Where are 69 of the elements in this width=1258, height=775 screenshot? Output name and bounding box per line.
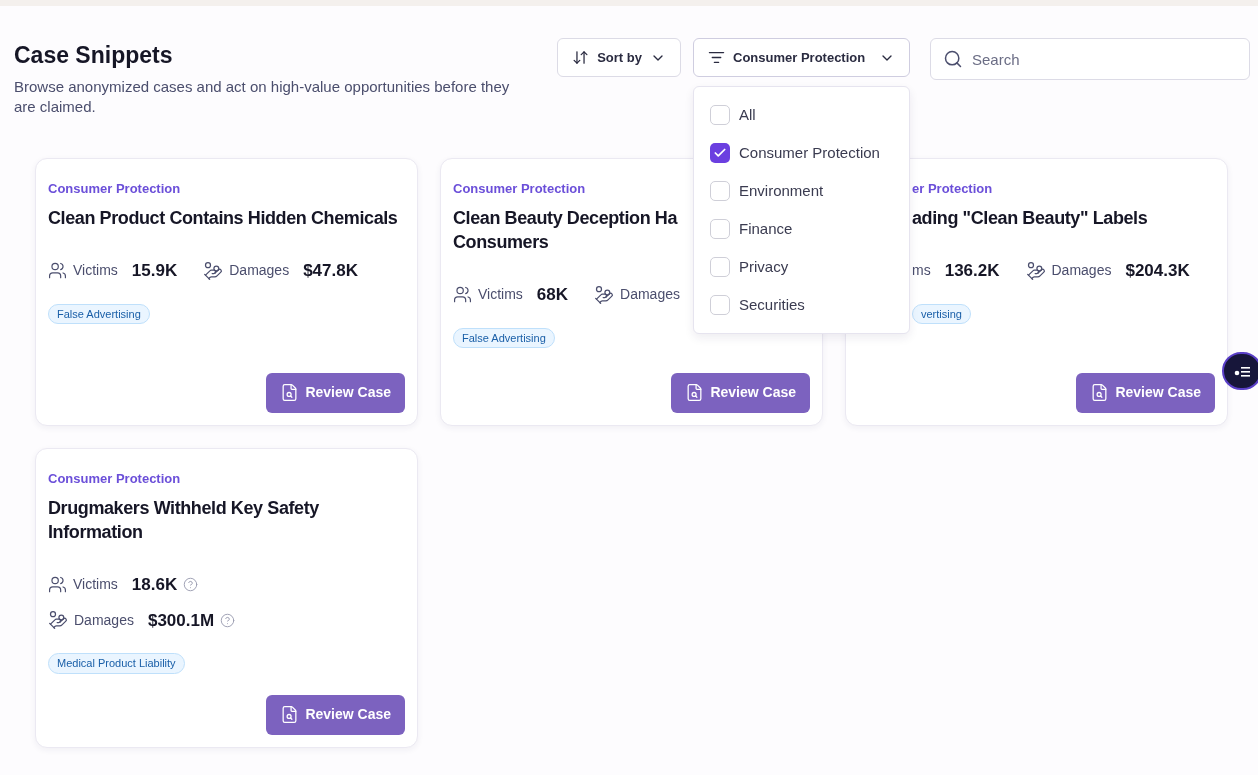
- filter-option[interactable]: Securities: [694, 286, 909, 324]
- damages-label: Damages: [620, 285, 680, 305]
- case-title: Drugmakers Withheld Key Safety Information: [48, 497, 320, 544]
- check-icon: [713, 146, 727, 160]
- victims-value: 18.6K: [131, 574, 178, 596]
- hand-coins-icon: [1025, 260, 1046, 281]
- hand-coins-icon: [594, 284, 615, 305]
- damages-label: Damages: [1051, 261, 1112, 281]
- victims-value: 68K: [536, 284, 569, 306]
- people-icon: [48, 261, 67, 281]
- hand-coins-icon: [203, 260, 224, 281]
- damages-label: Damages: [229, 261, 290, 281]
- victims-label: Victims: [73, 261, 118, 281]
- help-icon[interactable]: [183, 577, 199, 593]
- review-case-button[interactable]: Review Case: [1076, 372, 1215, 413]
- help-icon[interactable]: [220, 612, 236, 628]
- victims-label: Victims: [73, 575, 118, 595]
- menu-icon: [1234, 365, 1250, 377]
- case-title: Clean Beauty Deception Ha Consumers: [453, 207, 678, 254]
- damages-value: $47.8K: [303, 260, 358, 282]
- people-icon: [48, 575, 67, 595]
- checkbox[interactable]: [710, 295, 730, 315]
- floating-menu-button[interactable]: [1222, 352, 1258, 390]
- sort-button[interactable]: Sort by: [557, 38, 681, 77]
- checkbox[interactable]: [710, 219, 730, 239]
- review-case-button[interactable]: Review Case: [266, 372, 405, 413]
- filter-option[interactable]: All: [694, 96, 909, 134]
- people-icon: [453, 285, 472, 305]
- filter-option[interactable]: Consumer Protection: [694, 134, 909, 172]
- review-case-button[interactable]: Review Case: [671, 372, 810, 413]
- case-tag: False Advertising: [48, 303, 150, 324]
- checkbox[interactable]: [710, 143, 730, 163]
- filter-dropdown[interactable]: Consumer Protection: [693, 38, 910, 77]
- victims-label: Victims: [478, 285, 523, 305]
- search-icon: [943, 49, 963, 69]
- checkbox[interactable]: [710, 105, 730, 125]
- hand-coins-icon: [48, 610, 68, 631]
- search-field[interactable]: Search: [930, 38, 1250, 80]
- case-category: Consumer Protection: [453, 179, 586, 198]
- option-label: Consumer Protection: [739, 142, 880, 163]
- victims-value: 15.9K: [131, 260, 178, 282]
- victims-value: 136.2K: [944, 260, 1000, 282]
- page-title: Case Snippets: [14, 41, 174, 70]
- victims-label: ms: [912, 261, 931, 281]
- case-category: Consumer Protection: [48, 469, 181, 488]
- checkbox[interactable]: [710, 181, 730, 201]
- checkbox[interactable]: [710, 257, 730, 277]
- case-category: er Protection: [912, 179, 993, 198]
- case-title: ading "Clean Beauty" Labels: [912, 207, 1148, 230]
- case-tag: vertising: [912, 303, 971, 324]
- filter-option[interactable]: Privacy: [694, 248, 909, 286]
- case-tag: False Advertising: [453, 327, 555, 348]
- option-label: All: [739, 104, 756, 125]
- option-label: Privacy: [739, 256, 789, 277]
- case-tag: Medical Product Liability: [48, 653, 185, 674]
- filter-option[interactable]: Finance: [694, 210, 909, 248]
- filter-icon: [708, 49, 725, 66]
- option-label: Finance: [739, 218, 793, 239]
- page-subtitle: Browse anonymized cases and act on high-value opportunities before they are claimed.: [14, 76, 511, 117]
- option-label: Securities: [739, 294, 805, 315]
- review-case-button[interactable]: Review Case: [266, 694, 405, 735]
- damages-label: Damages: [74, 610, 134, 630]
- case-category: Consumer Protection: [48, 179, 181, 198]
- filter-option[interactable]: Environment: [694, 172, 909, 210]
- damages-value: $300.1M: [147, 609, 215, 632]
- case-title: Clean Product Contains Hidden Chemicals: [48, 207, 398, 230]
- option-label: Environment: [739, 180, 824, 201]
- sort-icon: [572, 49, 590, 66]
- damages-value: $204.3K: [1125, 260, 1190, 282]
